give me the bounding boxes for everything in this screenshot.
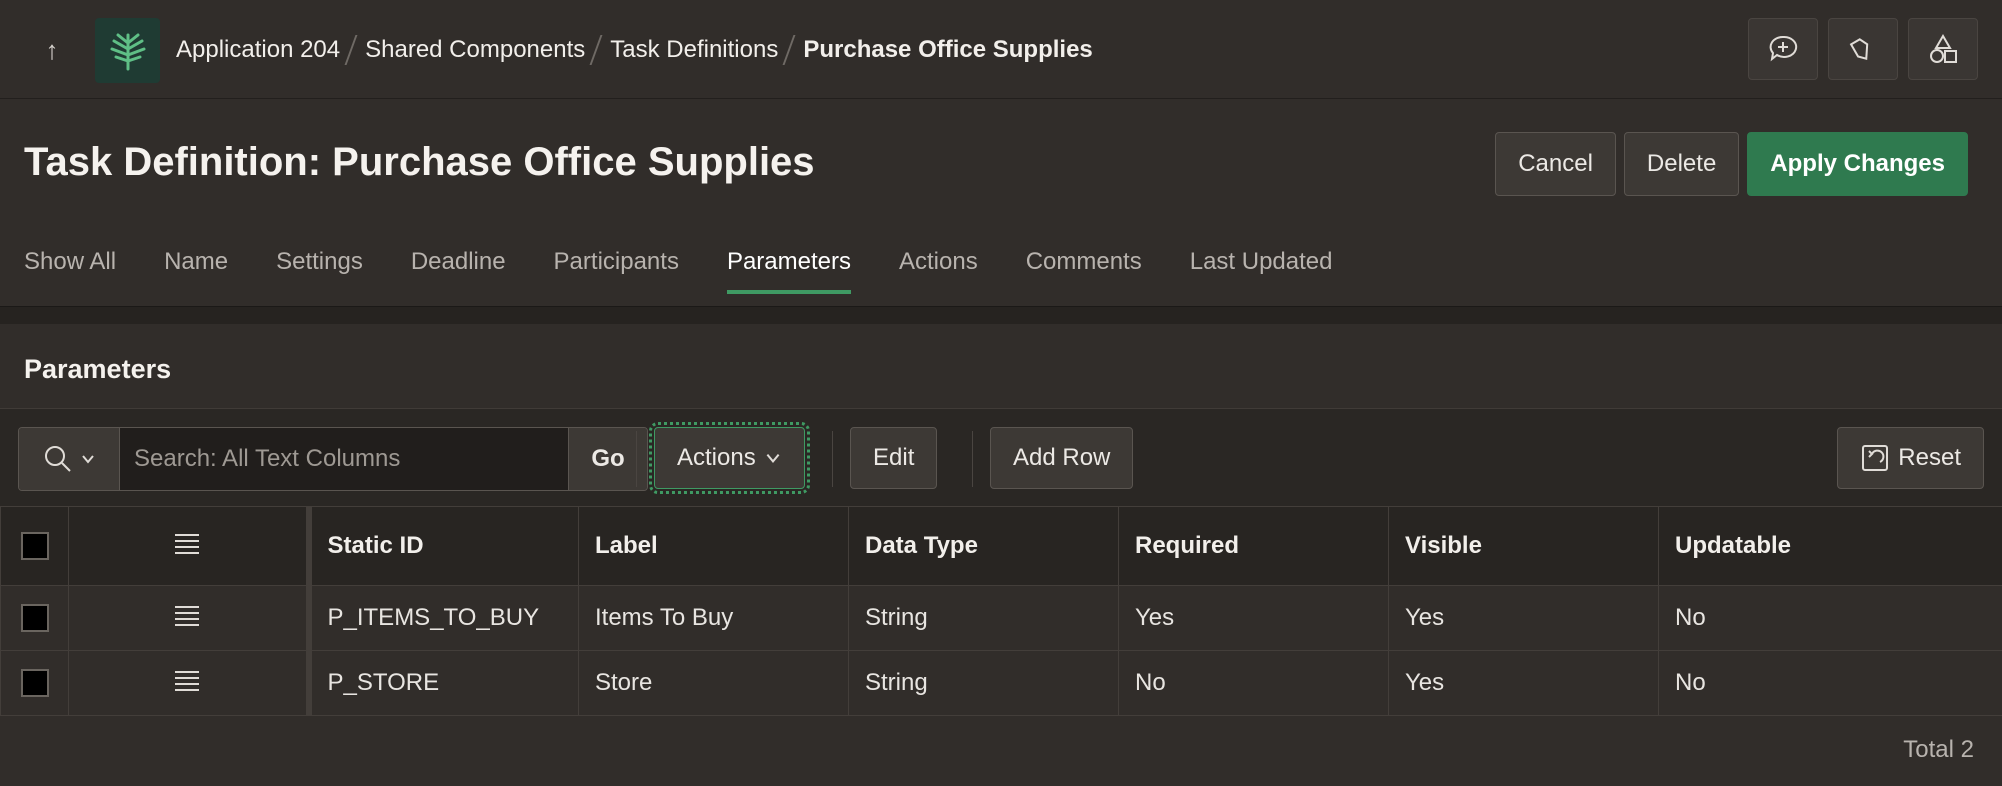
flashlight-icon[interactable] <box>1828 18 1898 80</box>
column-header-data-type[interactable]: Data Type <box>848 506 1119 586</box>
cell-required[interactable]: Yes <box>1118 585 1389 651</box>
table-row: P_ITEMS_TO_BUY Items To Buy String Yes Y… <box>0 585 2002 651</box>
row-select-cell <box>0 585 69 651</box>
cell-updatable[interactable]: No <box>1658 650 2002 716</box>
breadcrumb: Application 204 Shared Components Task D… <box>176 30 1093 70</box>
tab-show-all[interactable]: Show All <box>24 248 116 294</box>
comment-add-icon[interactable] <box>1748 18 1818 80</box>
parameters-region: Parameters Go Actions Edit Add Row Reset <box>0 324 2002 786</box>
toolbar-separator <box>636 431 637 487</box>
region-title: Parameters <box>24 354 172 384</box>
search-input[interactable] <box>120 428 568 490</box>
actions-menu-button[interactable]: Actions <box>649 422 810 494</box>
menu-lines-icon[interactable] <box>174 532 200 554</box>
tab-participants[interactable]: Participants <box>554 248 679 294</box>
reset-icon <box>1862 445 1889 471</box>
row-actions-icon[interactable] <box>174 669 200 691</box>
navigate-up-icon[interactable]: ↑ <box>32 30 72 70</box>
header-menu-cell <box>68 506 312 586</box>
tab-settings[interactable]: Settings <box>276 248 363 294</box>
cell-required[interactable]: No <box>1118 650 1389 716</box>
row-actions-icon[interactable] <box>174 604 200 626</box>
parameters-grid: Static ID Label Data Type Required Visib… <box>0 506 2002 716</box>
cell-data-type[interactable]: String <box>848 585 1119 651</box>
reset-button[interactable]: Reset <box>1837 427 1984 489</box>
grid-total-count: Total 2 <box>1903 736 1974 763</box>
cell-updatable[interactable]: No <box>1658 585 2002 651</box>
delete-button[interactable]: Delete <box>1623 132 1740 196</box>
app-logo-icon[interactable] <box>95 18 160 83</box>
edit-button[interactable]: Edit <box>850 427 938 489</box>
row-select-cell <box>0 650 69 716</box>
page-title: Task Definition: Purchase Office Supplie… <box>24 140 815 184</box>
column-header-required[interactable]: Required <box>1118 506 1389 586</box>
cancel-button[interactable]: Cancel <box>1495 132 1616 196</box>
cell-static-id[interactable]: P_STORE <box>308 650 579 716</box>
search-icon <box>45 446 71 472</box>
actions-label: Actions <box>677 444 756 471</box>
add-row-button[interactable]: Add Row <box>990 427 1134 489</box>
toolbar-separator <box>832 431 833 487</box>
breadcrumb-task-definitions[interactable]: Task Definitions <box>610 36 778 64</box>
search-group: Go <box>18 427 648 491</box>
cell-static-id[interactable]: P_ITEMS_TO_BUY <box>308 585 579 651</box>
row-menu-cell <box>68 650 312 716</box>
top-bar: ↑ Application 204 Shared Components Task… <box>0 0 2002 99</box>
grid-header-row: Static ID Label Data Type Required Visib… <box>0 506 2002 586</box>
search-column-selector[interactable] <box>19 428 120 490</box>
breadcrumb-current: Purchase Office Supplies <box>803 36 1093 63</box>
select-all-checkbox[interactable] <box>20 532 49 561</box>
row-checkbox[interactable] <box>20 669 49 698</box>
breadcrumb-separator <box>589 35 606 65</box>
tab-deadline[interactable]: Deadline <box>411 248 506 294</box>
top-icon-toolbar <box>1748 18 1978 80</box>
chevron-down-icon <box>82 455 94 464</box>
breadcrumb-separator <box>344 35 361 65</box>
page-actions: Cancel Delete Apply Changes <box>1495 132 1968 196</box>
section-divider <box>0 306 2002 325</box>
cell-data-type[interactable]: String <box>848 650 1119 716</box>
row-checkbox[interactable] <box>20 604 49 633</box>
column-header-static-id[interactable]: Static ID <box>308 506 579 586</box>
tab-last-updated[interactable]: Last Updated <box>1190 248 1333 294</box>
chevron-down-icon <box>766 453 780 463</box>
cell-label[interactable]: Items To Buy <box>578 585 849 651</box>
apply-changes-button[interactable]: Apply Changes <box>1747 132 1968 196</box>
tab-comments[interactable]: Comments <box>1026 248 1142 294</box>
tab-actions[interactable]: Actions <box>899 248 978 294</box>
breadcrumb-application[interactable]: Application 204 <box>176 36 340 64</box>
shapes-icon[interactable] <box>1908 18 1978 80</box>
grid-table: Static ID Label Data Type Required Visib… <box>0 506 2002 716</box>
section-tabs: Show All Name Settings Deadline Particip… <box>24 248 1381 294</box>
reset-label: Reset <box>1898 444 1961 471</box>
toolbar-separator <box>972 431 973 487</box>
cell-visible[interactable]: Yes <box>1388 585 1659 651</box>
column-header-visible[interactable]: Visible <box>1388 506 1659 586</box>
tab-name[interactable]: Name <box>164 248 228 294</box>
breadcrumb-separator <box>782 35 799 65</box>
cell-label[interactable]: Store <box>578 650 849 716</box>
grid-toolbar: Go Actions Edit Add Row Reset <box>0 408 2002 508</box>
tab-parameters[interactable]: Parameters <box>726 248 852 294</box>
column-header-label[interactable]: Label <box>578 506 849 586</box>
breadcrumb-shared-components[interactable]: Shared Components <box>365 36 585 64</box>
cell-visible[interactable]: Yes <box>1388 650 1659 716</box>
select-all-cell <box>0 506 69 586</box>
row-menu-cell <box>68 585 312 651</box>
table-row: P_STORE Store String No Yes No <box>0 650 2002 716</box>
column-header-updatable[interactable]: Updatable <box>1658 506 2002 586</box>
